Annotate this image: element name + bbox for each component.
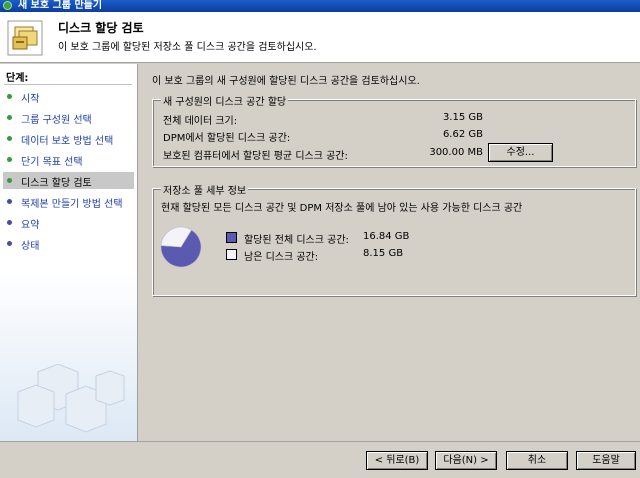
- remaining-space-value: 8.15 GB: [363, 248, 404, 259]
- step-label: 그룹 구성원 선택: [21, 115, 92, 126]
- total-data-size-value: 3.15 GB: [442, 112, 483, 123]
- steps-divider: [4, 84, 132, 85]
- step-replica-creation: 복제본 만들기 방법 선택: [3, 193, 134, 210]
- step-label: 단기 목표 선택: [21, 157, 83, 168]
- window-title: 새 보호 그룹 만들기: [18, 0, 103, 11]
- protected-computer-avg-label: 보호된 컴퓨터에서 할당된 평균 디스크 공간:: [163, 151, 348, 162]
- protected-computer-avg-value: 300.00 MB: [429, 147, 483, 158]
- storage-pool-description: 현재 할당된 모든 디스크 공간 및 DPM 저장소 풀에 남아 있는 사용 가…: [161, 203, 523, 214]
- storage-pool-groupbox: 저장소 풀 세부 정보 현재 할당된 모든 디스크 공간 및 DPM 저장소 풀…: [152, 182, 636, 296]
- step-pending-icon: [7, 220, 12, 225]
- step-label: 복제본 만들기 방법 선택: [21, 199, 123, 210]
- storage-pool-legend: 저장소 풀 세부 정보: [161, 182, 249, 197]
- step-label: 데이터 보호 방법 선택: [21, 136, 114, 147]
- allocated-space-label: 할당된 전체 디스크 공간:: [244, 235, 349, 246]
- step-current-icon: [7, 178, 12, 183]
- window-titlebar: 새 보호 그룹 만들기: [0, 0, 640, 12]
- step-label: 시작: [21, 94, 40, 105]
- step-label: 디스크 할당 검토: [21, 178, 92, 189]
- step-review-disk-allocation: 디스크 할당 검토: [3, 172, 134, 189]
- allocated-space-value: 16.84 GB: [363, 231, 410, 242]
- step-select-members: 그룹 구성원 선택: [3, 109, 134, 126]
- disk-allocation-icon: [7, 20, 43, 56]
- wizard-header: 디스크 할당 검토 이 보호 그룹에 할당된 저장소 풀 디스크 공간을 검토하…: [0, 12, 640, 63]
- disk-space-pie-chart: [160, 226, 202, 268]
- steps-pane: 단계: 시작 그룹 구성원 선택 데이터 보호 방법 선택 단기 목표 선택 디…: [0, 64, 138, 441]
- back-button[interactable]: < 뒤로(B): [366, 451, 428, 470]
- step-pending-icon: [7, 199, 12, 204]
- cancel-button[interactable]: 취소: [506, 451, 568, 470]
- next-button[interactable]: 다음(N) >: [435, 451, 497, 470]
- page-subtitle: 이 보호 그룹에 할당된 저장소 풀 디스크 공간을 검토하십시오.: [58, 42, 317, 53]
- dpm-allocated-label: DPM에서 할당된 디스크 공간:: [163, 133, 291, 144]
- allocated-space-swatch: [226, 232, 237, 243]
- step-done-icon: [7, 94, 12, 99]
- allocation-legend: 새 구성원의 디스크 공간 할당: [161, 93, 289, 108]
- dpm-allocated-value: 6.62 GB: [442, 129, 483, 140]
- allocation-groupbox: 새 구성원의 디스크 공간 할당 전체 데이터 크기: 3.15 GB DPM에…: [152, 93, 636, 167]
- servers-watermark-icon: [17, 364, 125, 433]
- app-icon: [3, 1, 12, 10]
- intro-text: 이 보호 그룹의 새 구성원에 할당된 디스크 공간을 검토하십시오.: [152, 76, 420, 87]
- step-pending-icon: [7, 241, 12, 246]
- wizard-button-bar: < 뒤로(B) 다음(N) > 취소 도움말: [0, 441, 640, 478]
- main-panel: 이 보호 그룹의 새 구성원에 할당된 디스크 공간을 검토하십시오. 새 구성…: [138, 64, 640, 441]
- page-title: 디스크 할당 검토: [58, 21, 144, 35]
- step-start: 시작: [3, 88, 134, 105]
- help-button[interactable]: 도움말: [576, 451, 636, 470]
- step-label: 상태: [21, 241, 40, 252]
- remaining-space-label: 남은 디스크 공간:: [244, 252, 319, 263]
- step-summary: 요약: [3, 214, 134, 231]
- modify-button[interactable]: 수정...: [488, 143, 553, 162]
- step-select-protection-method: 데이터 보호 방법 선택: [3, 130, 134, 147]
- step-done-icon: [7, 157, 12, 162]
- step-label: 요약: [21, 220, 40, 231]
- step-done-icon: [7, 115, 12, 120]
- step-status: 상태: [3, 235, 134, 252]
- total-data-size-label: 전체 데이터 크기:: [163, 116, 238, 127]
- step-done-icon: [7, 136, 12, 141]
- remaining-space-swatch: [226, 249, 237, 260]
- step-short-term-goals: 단기 목표 선택: [3, 151, 134, 168]
- steps-title: 단계:: [6, 73, 29, 84]
